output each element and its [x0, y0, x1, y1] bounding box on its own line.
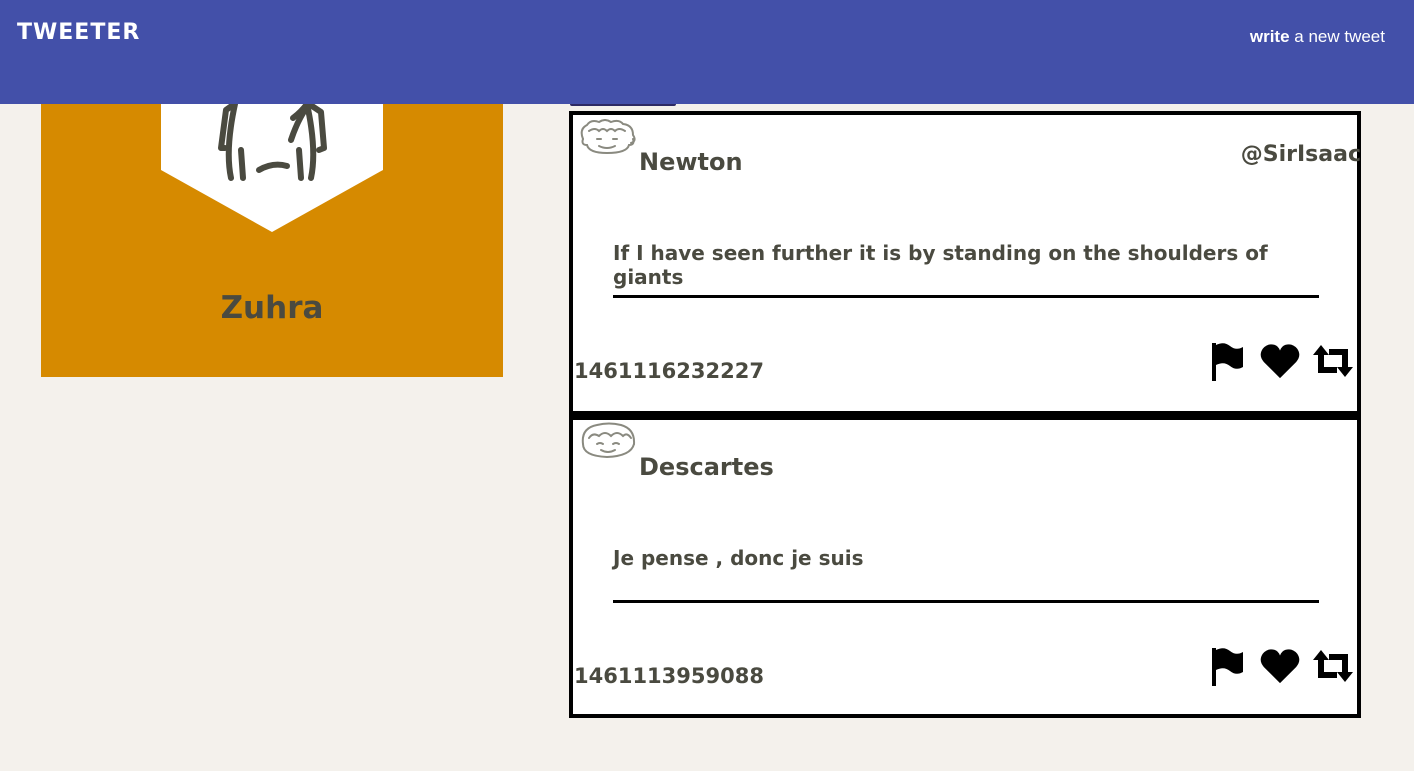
tweet-divider: [613, 600, 1319, 603]
profile-name: Zuhra: [220, 290, 324, 326]
brand-logo[interactable]: TWEETER: [17, 20, 140, 45]
heart-icon[interactable]: [1260, 341, 1300, 381]
tweet-text: If I have seen further it is by standing…: [613, 241, 1268, 289]
retweet-icon[interactable]: [1313, 341, 1353, 381]
tweet-divider: [613, 295, 1319, 298]
retweet-icon[interactable]: [1313, 646, 1353, 686]
flag-icon[interactable]: [1207, 341, 1247, 381]
compose-label-rest: a new tweet: [1289, 27, 1385, 46]
tweet-card: Newton @SirIsaac If I have seen further …: [569, 111, 1361, 417]
tweet-author-handle: @SirIsaac: [1240, 142, 1361, 167]
tweet-timestamp: 1461113959088: [574, 664, 764, 688]
heart-icon[interactable]: [1260, 646, 1300, 686]
top-nav-bar: TWEETER write a new tweet: [0, 0, 1414, 104]
curly-hair-face-icon: [577, 119, 639, 155]
tweet-author-name: Descartes: [639, 453, 774, 481]
tweet-timestamp: 1461116232227: [574, 359, 764, 383]
tweet-actions: [1207, 341, 1353, 381]
compose-tweet-button[interactable]: write a new tweet: [1250, 27, 1385, 47]
tweet-card: Descartes Je pense , donc je suis 146111…: [569, 416, 1361, 718]
tweet-actions: [1207, 646, 1353, 686]
tweet-text: Je pense , donc je suis: [613, 546, 864, 570]
compose-label-bold: write: [1249, 27, 1290, 46]
bangs-face-icon: [579, 422, 637, 460]
flag-icon[interactable]: [1207, 646, 1247, 686]
tweet-author-name: Newton: [639, 148, 743, 176]
